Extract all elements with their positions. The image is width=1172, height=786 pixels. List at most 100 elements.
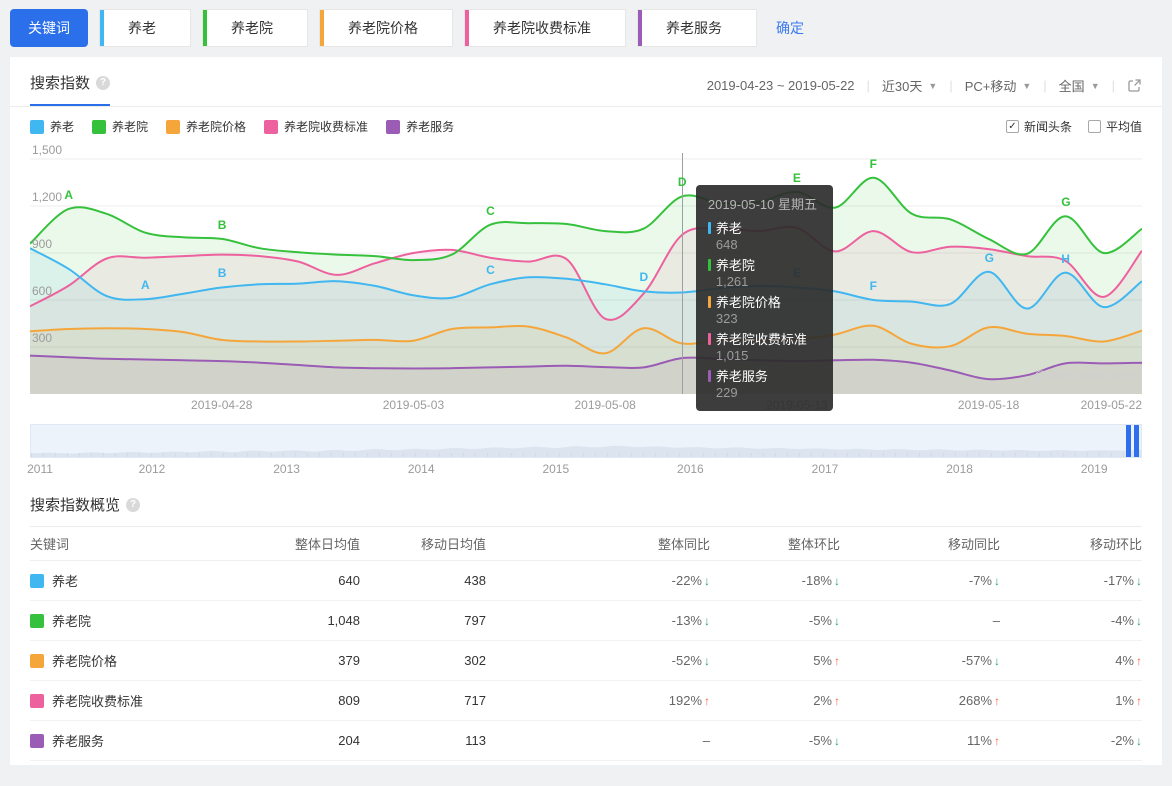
y-axis-label: 1,500 — [32, 143, 63, 157]
avg-value-cell: 379 — [338, 653, 360, 668]
help-icon[interactable]: ? — [126, 497, 141, 512]
tooltip-keyword: 养老院 — [715, 258, 755, 273]
percent-cell: – — [702, 733, 710, 748]
panel-header: 搜索指数 ? 2019-04-23 ~ 2019-05-22 | 近30天 ▼ … — [10, 57, 1162, 107]
keyword-button[interactable]: 关键词 — [10, 9, 88, 47]
arrow-down-icon: ↓ — [1136, 614, 1142, 628]
legend: 养老 养老院 养老院价格 养老院收费标准 养老服务 — [30, 118, 454, 135]
percent-cell: -18% ↓ — [801, 573, 840, 588]
tooltip-value: 648 — [715, 237, 738, 252]
tooltip-keyword: 养老 — [715, 221, 742, 236]
keyword-cell[interactable]: 养老院 — [52, 611, 91, 630]
divider: | — [949, 78, 953, 93]
keyword-label: 养老服务 — [666, 20, 722, 36]
average-checkbox[interactable]: 平均值 — [1087, 118, 1142, 135]
range-value: 近30天 — [881, 79, 923, 94]
trend-chart[interactable]: @index.baidu.com 300 600 900 1,200 1,500 A B C D… — [30, 143, 1142, 411]
keyword-chip[interactable]: 养老院 — [202, 9, 308, 47]
y-axis-label: 900 — [32, 237, 53, 251]
percent-cell: – — [992, 613, 1000, 628]
external-link-icon[interactable] — [1127, 78, 1142, 93]
keyword-chip[interactable]: 养老院收费标准 — [464, 9, 626, 47]
help-icon[interactable]: ? — [96, 75, 111, 90]
tab-search-index[interactable]: 搜索指数 ? — [30, 72, 111, 106]
news-event-marker[interactable]: F — [870, 157, 877, 171]
tooltip-item: 养老院收费标准 1,015 — [707, 329, 821, 363]
news-event-marker[interactable]: H — [1061, 252, 1070, 266]
column-header: 整体环比 — [787, 537, 840, 552]
timeline-years: 2011 2012 2013 2014 2015 2016 2017 2018 2019 — [27, 460, 1142, 480]
news-event-marker[interactable]: B — [218, 218, 227, 232]
percent-cell: 2% ↑ — [813, 693, 840, 708]
legend-item[interactable]: 养老院 — [92, 118, 148, 135]
news-event-marker[interactable]: G — [1061, 195, 1070, 209]
keyword-swatch — [30, 733, 44, 748]
column-header: 移动同比 — [947, 537, 1000, 552]
x-axis-label: 2019-05-22 — [1080, 398, 1142, 412]
avg-value-cell: 717 — [464, 693, 486, 708]
news-event-marker[interactable]: D — [678, 175, 687, 189]
percent-cell: 5% ↑ — [813, 653, 840, 668]
percent-cell: -7% ↓ — [968, 573, 1000, 588]
x-axis-label: 2019-05-03 — [382, 398, 445, 412]
news-event-marker[interactable]: B — [218, 266, 227, 280]
legend-item[interactable]: 养老院价格 — [166, 118, 246, 135]
arrow-up-icon: ↑ — [1136, 694, 1142, 708]
news-event-marker[interactable]: F — [870, 279, 877, 293]
legend-item[interactable]: 养老院收费标准 — [264, 118, 368, 135]
legend-item[interactable]: 养老 — [30, 118, 74, 135]
keyword-bar: 关键词 养老 养老院 养老院价格 养老院收费标准 养老服务 确定 — [0, 0, 1172, 57]
keyword-label: 养老 — [128, 20, 156, 36]
confirm-link[interactable]: 确定 — [776, 18, 804, 38]
tooltip-value: 1,261 — [715, 274, 749, 289]
checkbox-unchecked-icon — [1087, 120, 1101, 133]
keyword-chip[interactable]: 养老服务 — [637, 9, 757, 47]
chevron-down-icon: ▼ — [928, 80, 938, 91]
column-header: 整体日均值 — [294, 537, 360, 552]
keyword-cell[interactable]: 养老院收费标准 — [52, 691, 143, 710]
percent-cell: 4% ↑ — [1115, 653, 1142, 668]
legend-label: 养老院价格 — [186, 120, 247, 134]
chevron-down-icon: ▼ — [1022, 80, 1032, 91]
keyword-swatch — [30, 653, 44, 668]
timeline-slider[interactable] — [30, 424, 1142, 458]
tooltip-value: 1,015 — [715, 348, 749, 363]
device-dropdown[interactable]: PC+移动 ▼ — [965, 76, 1032, 95]
keyword-cell[interactable]: 养老院价格 — [52, 651, 117, 670]
news-event-marker[interactable]: E — [793, 171, 801, 185]
keyword-cell[interactable]: 养老 — [52, 571, 78, 590]
news-event-marker[interactable]: C — [486, 263, 495, 277]
keyword-label: 养老院价格 — [348, 20, 418, 36]
avg-value-cell: 640 — [338, 573, 360, 588]
chart-options: ✓ 新闻头条 平均值 — [1005, 118, 1142, 135]
legend-item[interactable]: 养老服务 — [386, 118, 454, 135]
arrow-up-icon: ↑ — [1136, 654, 1142, 668]
column-header: 关键词 — [30, 537, 70, 552]
news-event-marker[interactable]: G — [985, 251, 994, 265]
chart-canvas — [30, 158, 1142, 394]
keyword-chip[interactable]: 养老院价格 — [319, 9, 453, 47]
x-axis-label: 2019-04-28 — [191, 398, 253, 412]
news-event-marker[interactable]: C — [486, 204, 495, 218]
avg-value-cell: 1,048 — [327, 613, 360, 628]
keyword-cell[interactable]: 养老服务 — [52, 731, 104, 750]
news-event-marker[interactable]: D — [640, 270, 649, 284]
tooltip-item: 养老院 1,261 — [707, 255, 821, 289]
region-dropdown[interactable]: 全国 ▼ — [1059, 76, 1100, 95]
keyword-chip[interactable]: 养老 — [99, 9, 191, 47]
news-headlines-checkbox[interactable]: ✓ 新闻头条 — [1005, 118, 1072, 135]
news-event-marker[interactable]: A — [64, 188, 73, 202]
legend-label: 养老服务 — [406, 120, 455, 134]
timeline-year-label: 2018 — [946, 462, 973, 476]
keyword-swatch — [30, 693, 44, 708]
news-event-marker[interactable]: A — [141, 278, 150, 292]
arrow-down-icon: ↓ — [1136, 734, 1142, 748]
avg-value-cell: 204 — [338, 733, 360, 748]
chevron-down-icon: ▼ — [1090, 80, 1100, 91]
tab-label: 搜索指数 — [30, 75, 91, 92]
keyword-accent — [203, 10, 207, 46]
keyword-label: 养老院 — [231, 20, 273, 36]
slider-handle[interactable] — [1126, 425, 1139, 457]
percent-cell: -2% ↓ — [1110, 733, 1142, 748]
range-dropdown[interactable]: 近30天 ▼ — [882, 76, 937, 95]
